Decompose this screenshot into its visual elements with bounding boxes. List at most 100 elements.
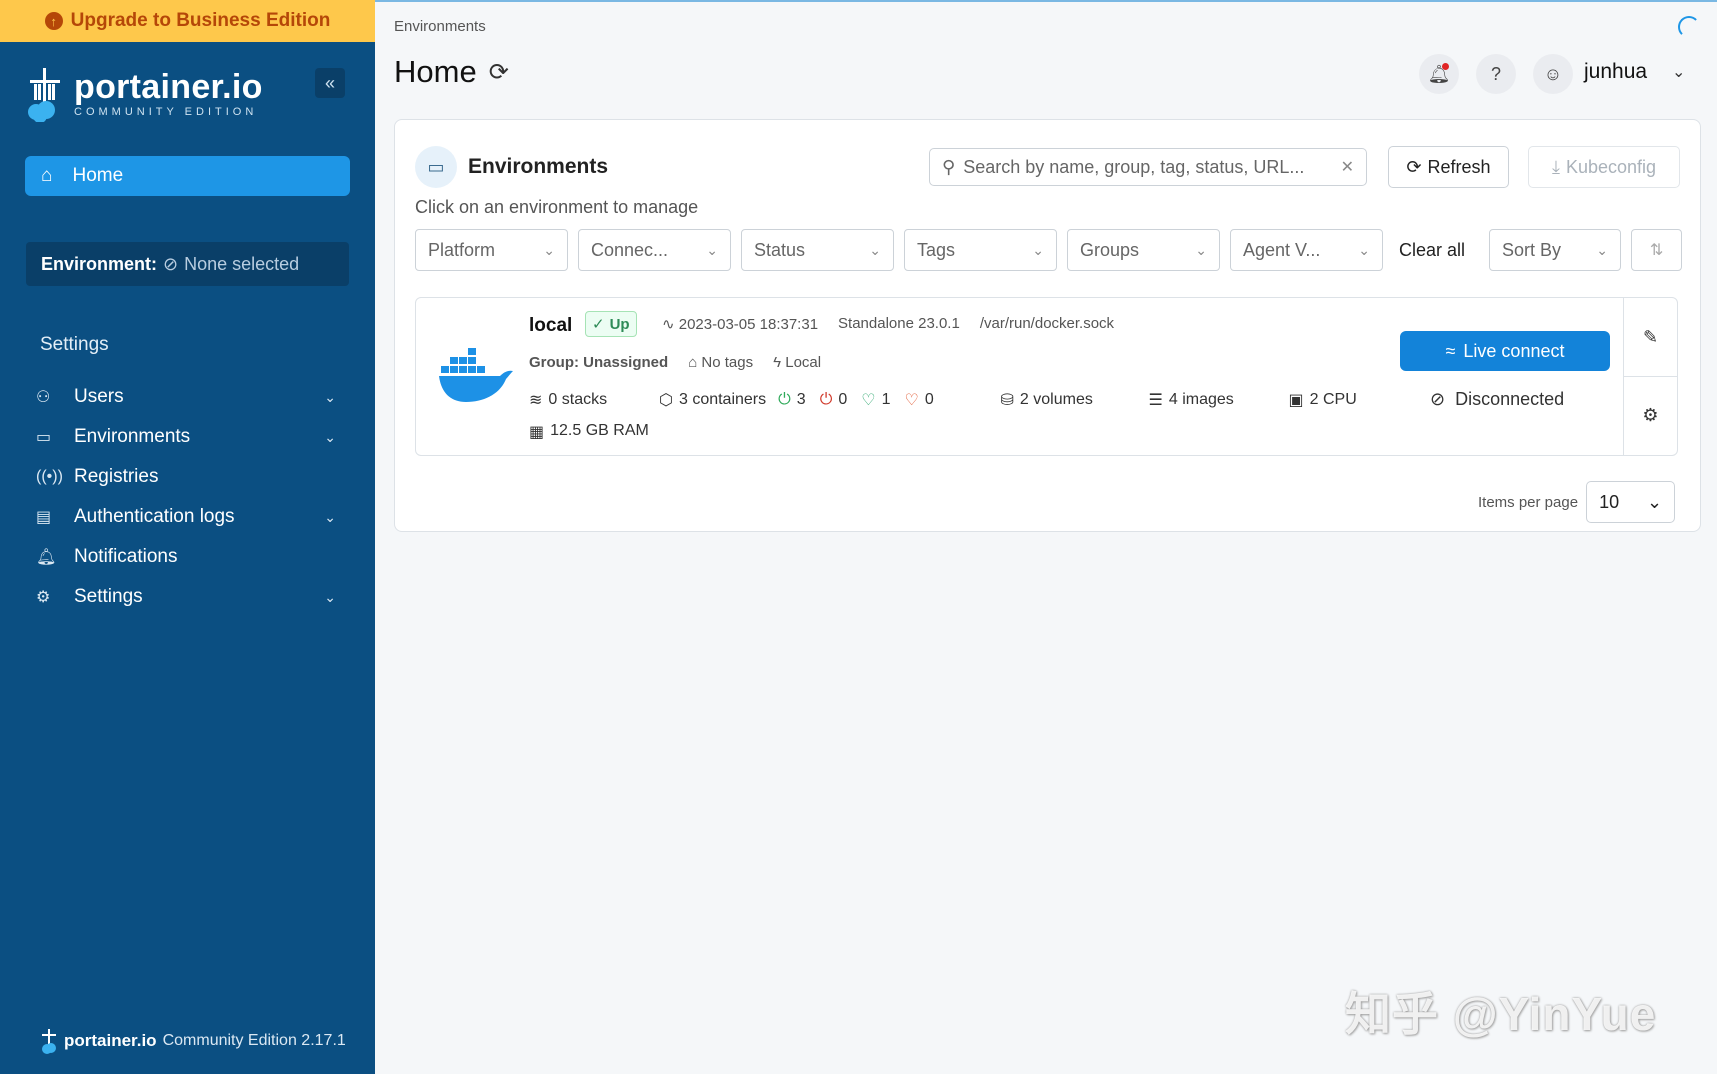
cpu-stat: ▣2 CPU [1289,390,1357,410]
filter-label: Platform [428,240,543,261]
unhealthy-count: 0 [925,391,934,409]
hdd-icon: ▭ [36,427,60,447]
refresh-button[interactable]: ⟳ Refresh [1388,146,1509,188]
user-name[interactable]: junhua [1584,60,1647,84]
healthy-count: 1 [882,391,891,409]
power-icon: ⏻ [778,391,791,409]
list-icon: ☰ [1149,390,1163,410]
sort-by-label: Sort By [1502,240,1596,261]
environment-value: None selected [184,254,299,275]
filter-status[interactable]: Status⌄ [741,229,894,271]
clear-search-icon[interactable]: ✕ [1341,157,1354,177]
filter-tags[interactable]: Tags⌄ [904,229,1057,271]
footer-brand: portainer.io [64,1031,157,1051]
environment-item[interactable]: local ✓ Up ∿ 2023-03-05 18:37:31 Standal… [415,297,1678,456]
sidebar-item-settings[interactable]: ⚙ Settings ⌄ [36,577,336,617]
chevron-down-icon[interactable]: ⌄ [324,429,336,446]
breadcrumb[interactable]: Environments [394,18,486,35]
edit-button[interactable]: ✎ [1624,298,1677,376]
arrow-up-circle-icon: ↑ [45,12,63,30]
page-title-text: Home [394,54,477,90]
chevron-down-icon: ⌄ [1358,242,1370,259]
kubeconfig-button[interactable]: ⤓ Kubeconfig [1528,146,1680,188]
cpu-text: 2 CPU [1310,391,1357,409]
kubeconfig-label: Kubeconfig [1566,157,1656,178]
check-circle-icon: ✓ [592,315,605,333]
items-per-page-select[interactable]: 10 ⌄ [1586,481,1675,523]
download-icon: ⤓ [1552,157,1560,178]
sidebar-item-authentication-logs[interactable]: ▤ Authentication logs ⌄ [36,497,336,537]
zap-icon: ϟ [773,354,781,371]
card-subtitle: Click on an environment to manage [415,197,698,218]
running-stat: ⏻3 [778,391,806,409]
database-icon: ⛁ [1001,390,1014,410]
sidebar-item-label: Environments [74,426,324,448]
connection-state: ⊘ Disconnected [1430,389,1564,410]
settings-nav: ⚇ Users ⌄ ▭ Environments ⌄ ((•)) Registr… [36,377,336,617]
portainer-logo-icon [40,1028,58,1054]
bell-icon: 🔔︎ [36,547,60,567]
user-avatar[interactable]: ☺ [1533,54,1573,94]
sidebar-item-users[interactable]: ⚇ Users ⌄ [36,377,336,417]
help-icon: ? [1491,64,1501,85]
sidebar-item-home[interactable]: ⌂ Home [25,156,350,196]
brand-edition: COMMUNITY EDITION [74,106,263,118]
items-per-page-value: 10 [1599,492,1647,513]
docker-logo-icon [438,346,514,404]
sidebar-footer: portainer.io Community Edition 2.17.1 [40,1028,346,1054]
filter-label: Groups [1080,240,1195,261]
sidebar-item-registries[interactable]: ((•)) Registries [36,457,336,497]
layers-icon: ≋ [529,390,542,410]
sidebar-item-notifications[interactable]: 🔔︎ Notifications [36,537,336,577]
chevron-down-icon: ⌄ [543,242,555,259]
loading-bar [375,0,1717,2]
healthy-stat: ♡1 [861,390,890,410]
live-connect-button[interactable]: ≈ Live connect [1400,331,1610,371]
chevron-down-icon[interactable]: ⌄ [324,589,336,606]
help-button[interactable]: ? [1476,54,1516,94]
collapse-sidebar-button[interactable]: « [315,68,345,98]
chevron-down-icon[interactable]: ⌄ [1672,62,1685,82]
card-title: Environments [468,155,608,179]
filter-groups[interactable]: Groups⌄ [1067,229,1220,271]
search-input[interactable]: ⚲ Search by name, group, tag, status, UR… [929,148,1367,186]
items-per-page-label: Items per page [1478,494,1578,511]
chevron-down-icon: ⌄ [1195,242,1207,259]
chevron-down-icon: ⌄ [1032,242,1044,259]
notifications-button[interactable]: 🔔︎ [1419,54,1459,94]
unhealthy-stat: ♡0 [905,390,1001,410]
memory-icon: ▦ [529,422,544,442]
upgrade-banner[interactable]: ↑ Upgrade to Business Edition [0,0,375,42]
volumes-stat: ⛁2 volumes [1001,390,1149,410]
live-connect-label: Live connect [1463,341,1564,362]
sidebar-item-environments[interactable]: ▭ Environments ⌄ [36,417,336,457]
sort-direction-button[interactable]: ⇅ [1631,229,1682,271]
environment-type: Standalone 23.0.1 [838,315,960,333]
refresh-icon: ⟳ [1406,157,1421,178]
settings-button[interactable]: ⚙ [1624,376,1677,454]
chevron-down-icon[interactable]: ⌄ [324,389,336,406]
sort-by-select[interactable]: Sort By⌄ [1489,229,1621,271]
refresh-icon[interactable]: ⟳ [489,58,509,87]
clear-all-button[interactable]: Clear all [1399,240,1465,261]
tag-icon: ⌂ [688,354,697,371]
wifi-icon: ≈ [1446,341,1456,362]
filter-platform[interactable]: Platform⌄ [415,229,568,271]
filter-label: Agent V... [1243,240,1358,261]
brand-logo[interactable]: portainer.io COMMUNITY EDITION [24,66,263,122]
filter-label: Connec... [591,240,706,261]
page-title: Home ⟳ [394,54,509,90]
chevron-down-icon[interactable]: ⌄ [324,509,336,526]
stopped-stat: ⏻0 [820,391,848,409]
activity-icon: ∿ [662,316,675,333]
portainer-logo-icon [24,66,66,122]
users-icon: ⚇ [36,387,60,407]
filter-agent-version[interactable]: Agent V...⌄ [1230,229,1383,271]
pagination: Items per page 10 ⌄ [1478,481,1675,523]
heartbeat-time: 2023-03-05 18:37:31 [679,316,818,333]
environment-group-row: Group: Unassigned ⌂ No tags ϟ Local [529,354,821,371]
brand-name: portainer.io [74,70,263,104]
stopped-count: 0 [838,391,847,409]
filter-connection[interactable]: Connec...⌄ [578,229,731,271]
wifi-off-icon: ⊘ [1430,389,1445,410]
